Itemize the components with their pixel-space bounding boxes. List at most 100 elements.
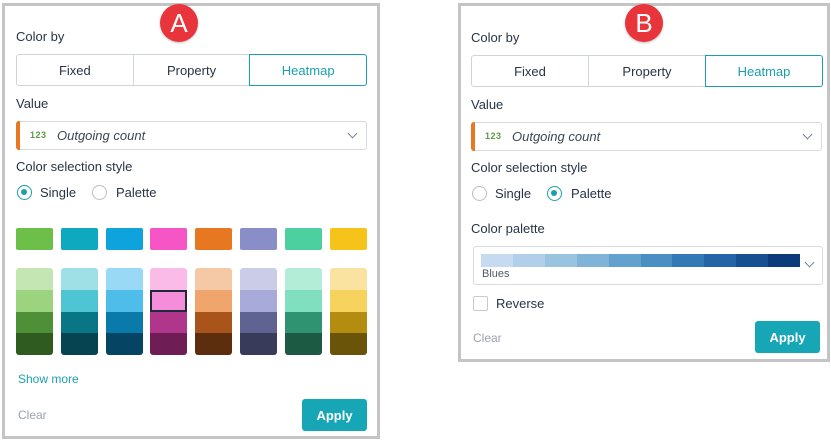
apply-button[interactable]: Apply [302, 399, 367, 431]
shade-color-swatch[interactable] [60, 311, 98, 334]
palette-name: Blues [482, 268, 510, 280]
palette-step [512, 254, 545, 267]
base-color-swatch[interactable] [16, 228, 53, 250]
mode-property-button[interactable]: Property [132, 54, 251, 86]
shade-color-swatch[interactable] [240, 268, 277, 290]
apply-button[interactable]: Apply [755, 321, 820, 353]
palette-radio[interactable] [92, 185, 107, 200]
shade-color-swatch[interactable] [105, 268, 143, 290]
shade-color-swatch[interactable] [150, 289, 188, 312]
single-radio-label[interactable]: Single [495, 186, 531, 201]
shade-color-swatch[interactable] [16, 333, 53, 355]
value-type-accent [471, 122, 475, 151]
mode-heatmap-button[interactable]: Heatmap [705, 55, 823, 87]
value-select[interactable]: 123 Outgoing count [16, 121, 367, 150]
palette-radio-label[interactable]: Palette [571, 186, 611, 201]
palette-radio[interactable] [547, 186, 562, 201]
numeric-type-icon: 123 [30, 130, 47, 140]
shade-color-swatch[interactable] [60, 333, 98, 355]
shade-color-swatch[interactable] [105, 289, 143, 312]
show-more-link[interactable]: Show more [18, 372, 79, 386]
shade-color-swatch[interactable] [150, 311, 188, 334]
palette-step [608, 254, 641, 267]
mode-property-button[interactable]: Property [588, 55, 706, 87]
shade-color-swatch[interactable] [284, 268, 322, 290]
palette-step [768, 254, 801, 267]
shade-color-swatch[interactable] [284, 333, 322, 355]
single-radio-label[interactable]: Single [40, 185, 76, 200]
reverse-label[interactable]: Reverse [496, 296, 544, 311]
base-color-swatch[interactable] [150, 228, 188, 250]
shade-color-swatch[interactable] [16, 289, 53, 312]
reverse-checkbox[interactable] [473, 296, 488, 311]
color-style-label: Color selection style [471, 160, 588, 175]
clear-button[interactable]: Clear [473, 331, 502, 345]
value-type-accent [16, 121, 20, 150]
shade-column [329, 268, 367, 355]
palette-step [704, 254, 737, 267]
shade-color-swatch[interactable] [150, 333, 188, 355]
palette-select[interactable]: Blues [473, 246, 823, 285]
palette-radio-label[interactable]: Palette [116, 185, 156, 200]
shade-color-swatch[interactable] [240, 289, 277, 312]
mode-heatmap-button[interactable]: Heatmap [249, 54, 368, 86]
shade-color-swatch[interactable] [105, 333, 143, 355]
color-by-toggle: Fixed Property Heatmap [16, 54, 368, 86]
shade-color-swatch[interactable] [240, 333, 277, 355]
panel-b: Color by Fixed Property Heatmap Value 12… [458, 3, 830, 362]
mode-fixed-button[interactable]: Fixed [471, 55, 589, 87]
color-style-label: Color selection style [16, 159, 133, 174]
shade-color-swatch[interactable] [105, 311, 143, 334]
shade-color-swatch[interactable] [195, 289, 233, 312]
shade-color-swatch[interactable] [329, 311, 367, 334]
numeric-type-icon: 123 [485, 131, 502, 141]
base-color-swatch[interactable] [240, 228, 277, 250]
base-color-swatch[interactable] [195, 228, 233, 250]
shade-color-swatch[interactable] [60, 289, 98, 312]
palette-step [736, 254, 769, 267]
shade-color-swatch[interactable] [16, 311, 53, 334]
single-radio[interactable] [472, 186, 487, 201]
base-color-swatch[interactable] [60, 228, 98, 250]
shade-color-swatch[interactable] [195, 333, 233, 355]
value-field-name: Outgoing count [512, 129, 601, 144]
value-select[interactable]: 123 Outgoing count [471, 122, 822, 151]
base-color-swatch[interactable] [329, 228, 367, 250]
palette-step [576, 254, 609, 267]
mode-fixed-button[interactable]: Fixed [16, 54, 134, 86]
shade-color-swatch[interactable] [240, 311, 277, 334]
value-field-name: Outgoing count [57, 128, 146, 143]
shade-color-swatch[interactable] [16, 268, 53, 290]
shade-color-swatch[interactable] [284, 311, 322, 334]
shade-column [60, 268, 98, 355]
panel-b-badge: B [625, 4, 663, 42]
chevron-down-icon [802, 129, 813, 140]
base-color-swatch[interactable] [105, 228, 143, 250]
shade-color-swatch[interactable] [60, 268, 98, 290]
shade-column [16, 268, 53, 355]
color-by-label: Color by [471, 30, 520, 45]
shade-color-swatch[interactable] [329, 289, 367, 312]
single-radio[interactable] [17, 185, 32, 200]
shade-color-swatch[interactable] [195, 268, 233, 290]
color-by-label: Color by [16, 29, 65, 44]
chevron-down-icon [804, 257, 815, 268]
color-by-toggle: Fixed Property Heatmap [471, 55, 823, 87]
shade-color-swatch[interactable] [329, 268, 367, 290]
shade-column [150, 268, 188, 355]
base-color-swatch[interactable] [284, 228, 322, 250]
shade-color-swatch[interactable] [284, 289, 322, 312]
palette-step [544, 254, 577, 267]
panel-a: Color by Fixed Property Heatmap Value 12… [2, 3, 380, 439]
palette-step [481, 254, 513, 267]
palette-step [672, 254, 705, 267]
clear-button[interactable]: Clear [18, 408, 47, 422]
color-palette-label: Color palette [471, 221, 545, 236]
shade-column [195, 268, 233, 355]
shade-color-swatch[interactable] [329, 333, 367, 355]
shade-color-swatch[interactable] [150, 268, 188, 290]
shade-color-swatch[interactable] [195, 311, 233, 334]
shade-column [240, 268, 277, 355]
shade-column [284, 268, 322, 355]
palette-color-ramp [481, 254, 801, 267]
